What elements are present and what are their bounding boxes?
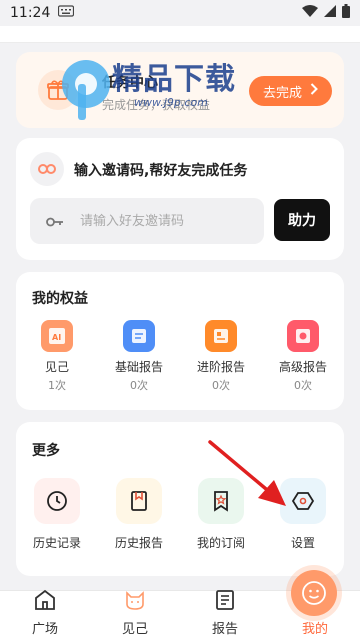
battery-icon [342, 4, 350, 22]
more-item-label: 历史记录 [32, 536, 81, 550]
settings-item[interactable]: 设置 [262, 478, 344, 551]
status-bar: 11:24 [0, 0, 360, 26]
rights-grid: AI 见己 1次 基础报告 0次 进阶报告 0次 高级报告 0次 [16, 320, 344, 393]
rights-item-count: 0次 [212, 379, 230, 392]
go-complete-label: 去完成 [262, 85, 302, 101]
help-button[interactable]: 助力 [274, 199, 330, 241]
nav-tab-square[interactable]: 广场 [0, 588, 90, 641]
link-icon [30, 152, 64, 186]
home-icon [33, 588, 57, 616]
task-center-card[interactable]: 任务中心 完成任务，获取权益 去完成 [16, 52, 344, 128]
cat-icon [123, 588, 147, 616]
report-icon [116, 478, 162, 524]
rights-item-count: 0次 [294, 379, 312, 392]
rights-item-label: 见己 [44, 360, 69, 374]
more-item-label: 我的订阅 [196, 536, 245, 550]
rights-item-count: 1次 [48, 379, 66, 392]
svg-text:AI: AI [52, 333, 61, 342]
clock-icon [34, 478, 80, 524]
profile-face-icon[interactable] [291, 570, 337, 616]
rights-item-premium-report[interactable]: 高级报告 0次 [262, 320, 344, 393]
nav-label: 我的 [301, 622, 328, 637]
rights-item-jianji[interactable]: AI 见己 1次 [16, 320, 98, 393]
history-records-item[interactable]: 历史记录 [16, 478, 98, 551]
signal-icon [324, 5, 336, 21]
rights-item-label: 高级报告 [278, 360, 327, 374]
key-icon [46, 212, 64, 231]
nav-tab-jianji[interactable]: 见己 [90, 591, 180, 641]
premium-report-icon [287, 320, 319, 352]
top-strip [0, 26, 360, 43]
rights-item-count: 0次 [130, 379, 148, 392]
rights-item-label: 基础报告 [114, 360, 163, 374]
nav-label: 报告 [211, 622, 238, 637]
rights-item-label: 进阶报告 [196, 360, 245, 374]
more-card: 更多 历史记录 历史报告 我的订阅 设置 [16, 422, 344, 576]
go-complete-button[interactable]: 去完成 [248, 76, 332, 106]
task-center-title: 任务中心 [102, 75, 158, 91]
history-reports-item[interactable]: 历史报告 [98, 478, 180, 551]
rights-item-advanced-report[interactable]: 进阶报告 0次 [180, 320, 262, 393]
nav-label: 广场 [31, 622, 58, 637]
advanced-report-icon [205, 320, 237, 352]
basic-report-icon [123, 320, 155, 352]
my-rights-title: 我的权益 [32, 291, 88, 307]
bookmark-star-icon [198, 478, 244, 524]
nav-tab-reports[interactable]: 报告 [180, 588, 270, 641]
my-rights-card: 我的权益 AI 见己 1次 基础报告 0次 进阶报告 0次 高级报告 0次 [16, 272, 344, 410]
nav-label: 见己 [121, 622, 148, 637]
status-time: 11:24 [10, 5, 51, 21]
invite-card: 输入邀请码,帮好友完成任务 助力 [16, 138, 344, 260]
invite-title: 输入邀请码,帮好友完成任务 [74, 163, 248, 179]
chevron-right-icon [310, 83, 318, 99]
invite-code-field-wrap [30, 198, 264, 244]
more-item-label: 设置 [290, 536, 315, 550]
document-icon [213, 588, 237, 616]
task-center-subtitle: 完成任务，获取权益 [102, 98, 211, 112]
wifi-icon [302, 4, 318, 22]
more-title: 更多 [32, 443, 60, 459]
keyboard-icon [58, 5, 75, 21]
gift-icon [38, 70, 78, 110]
invite-code-input[interactable] [78, 212, 242, 230]
more-item-label: 历史报告 [114, 536, 163, 550]
settings-hex-icon [280, 478, 326, 524]
ai-icon: AI [41, 320, 73, 352]
my-subscription-item[interactable]: 我的订阅 [180, 478, 262, 551]
more-grid: 历史记录 历史报告 我的订阅 设置 [16, 478, 344, 551]
rights-item-basic-report[interactable]: 基础报告 0次 [98, 320, 180, 393]
